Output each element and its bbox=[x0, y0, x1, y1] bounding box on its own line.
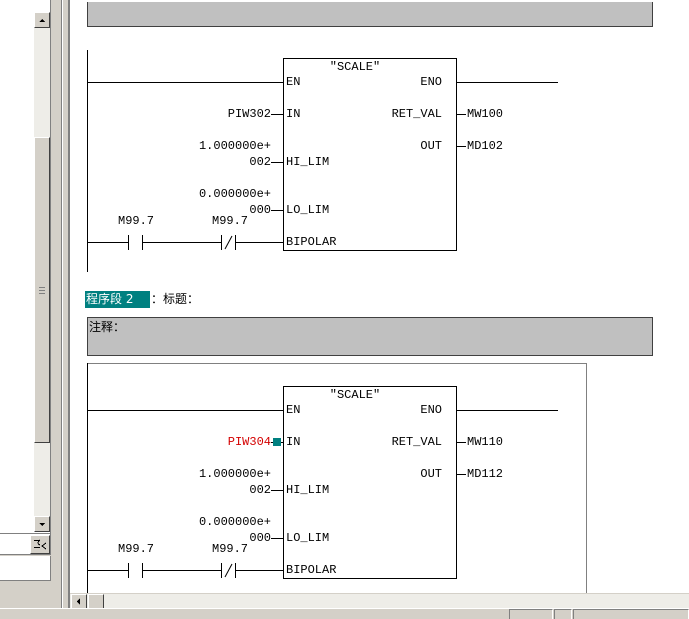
status-pane bbox=[573, 609, 689, 619]
hi-lim-operand-line1[interactable]: 1.000000e+ bbox=[190, 467, 271, 481]
contact-address[interactable]: M99.7 bbox=[212, 214, 248, 228]
pin-in: IN bbox=[286, 435, 301, 449]
normally-closed-contact-icon[interactable] bbox=[221, 235, 236, 250]
block-name[interactable]: "SCALE" bbox=[320, 60, 390, 74]
lo-lim-operand-line1[interactable]: 0.000000e+ bbox=[190, 187, 271, 201]
editor-horizontal-scrollbar[interactable] bbox=[70, 593, 689, 610]
pin-lo-lim: LO_LIM bbox=[286, 531, 330, 545]
normally-closed-contact-icon[interactable] bbox=[221, 563, 236, 578]
status-pane bbox=[509, 609, 553, 619]
normally-open-contact-icon[interactable] bbox=[128, 235, 143, 250]
lad-editor-window: "SCALE" EN IN HI_LIM LO_LIM BIPOLAR ENO … bbox=[0, 0, 689, 619]
pin-en: EN bbox=[286, 403, 301, 417]
pin-ret-val: RET_VAL bbox=[391, 435, 442, 449]
contact-address[interactable]: M99.7 bbox=[212, 542, 248, 556]
normally-open-contact-icon[interactable] bbox=[128, 563, 143, 578]
network-2-comment-caption: 注释： bbox=[89, 320, 126, 334]
in-operand[interactable]: PIW304 bbox=[190, 435, 271, 449]
pin-in: IN bbox=[286, 107, 301, 121]
out-operand[interactable]: MD102 bbox=[467, 139, 503, 153]
pin-hi-lim: HI_LIM bbox=[286, 483, 330, 497]
pin-ret-val: RET_VAL bbox=[391, 107, 442, 121]
ret-val-operand[interactable]: MW110 bbox=[467, 435, 503, 449]
network-2-title-caption[interactable]: ：标题： bbox=[151, 291, 199, 307]
pin-en: EN bbox=[286, 75, 301, 89]
block-name[interactable]: "SCALE" bbox=[320, 388, 390, 402]
ret-val-operand[interactable]: MW100 bbox=[467, 107, 503, 121]
pin-eno: ENO bbox=[420, 75, 442, 89]
scroll-left-arrow-icon bbox=[77, 598, 80, 605]
edit-cursor bbox=[273, 438, 281, 446]
hi-lim-operand-line2[interactable]: 002 bbox=[190, 155, 271, 169]
pin-hi-lim: HI_LIM bbox=[286, 155, 330, 169]
pin-out: OUT bbox=[420, 467, 442, 481]
network-2-label[interactable]: 程序段 2 bbox=[85, 291, 150, 308]
network-2-comment-box[interactable]: 注释： bbox=[87, 317, 653, 356]
lo-lim-operand-line1[interactable]: 0.000000e+ bbox=[190, 515, 271, 529]
pin-bipolar: BIPOLAR bbox=[286, 235, 337, 249]
hi-lim-operand-line1[interactable]: 1.000000e+ bbox=[190, 139, 271, 153]
in-operand[interactable]: PIW302 bbox=[190, 107, 271, 121]
contact-address[interactable]: M99.7 bbox=[118, 214, 154, 228]
status-pane bbox=[554, 609, 572, 619]
pin-eno: ENO bbox=[420, 403, 442, 417]
contact-address[interactable]: M99.7 bbox=[118, 542, 154, 556]
pin-bipolar: BIPOLAR bbox=[286, 563, 337, 577]
pin-out: OUT bbox=[420, 139, 442, 153]
hi-lim-operand-line2[interactable]: 002 bbox=[190, 483, 271, 497]
out-operand[interactable]: MD112 bbox=[467, 467, 503, 481]
pin-lo-lim: LO_LIM bbox=[286, 203, 330, 217]
